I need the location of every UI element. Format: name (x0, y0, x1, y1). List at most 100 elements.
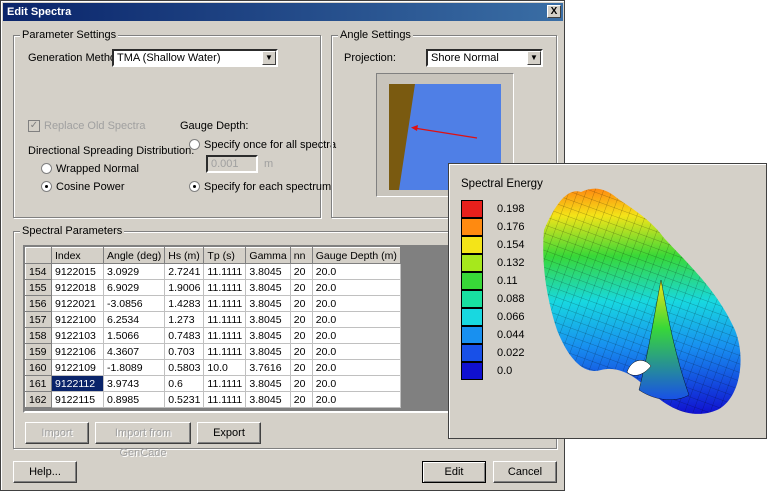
column-header-gauge-depth[interactable]: Gauge Depth (m) (311, 247, 401, 264)
row-header[interactable]: 156 (25, 295, 52, 312)
table-cell[interactable]: 9122015 (51, 263, 104, 280)
table-row[interactable]: 159 9122106 4.3607 0.703 11.1111 3.8045 20 20.0 (25, 343, 401, 360)
table-cell[interactable]: 6.2534 (102, 311, 166, 328)
table-cell[interactable]: 1.273 (164, 311, 205, 328)
table-cell[interactable]: 20 (289, 391, 313, 408)
table-cell[interactable]: 3.0929 (102, 263, 166, 280)
table-cell[interactable]: 20 (289, 279, 313, 296)
table-row[interactable]: 161 9122112 3.9743 0.6 11.1111 3.8045 20 20.0 (25, 375, 401, 392)
table-cell[interactable]: 20.0 (311, 359, 401, 376)
wrapped-normal-radio[interactable] (41, 163, 52, 174)
table-cell[interactable]: 20 (289, 311, 313, 328)
specify-once-radio[interactable] (189, 139, 200, 150)
table-cell[interactable]: 0.5803 (164, 359, 205, 376)
table-cell[interactable]: 11.1111 (203, 375, 247, 392)
generation-method-dropdown[interactable]: TMA (Shallow Water) ▼ (112, 49, 278, 67)
table-row[interactable]: 160 9122109 -1.8089 0.5803 10.0 3.7616 20 20.0 (25, 359, 401, 376)
table-cell[interactable]: 10.0 (203, 359, 247, 376)
table-cell[interactable]: 0.8985 (102, 391, 166, 408)
table-cell[interactable]: 9122112 (51, 375, 104, 392)
table-cell[interactable]: 20.0 (311, 391, 401, 408)
table-cell[interactable]: 3.8045 (245, 311, 291, 328)
table-cell[interactable]: 9122100 (51, 311, 104, 328)
help-button[interactable]: Help... (13, 461, 77, 483)
table-cell[interactable]: 6.9029 (102, 279, 166, 296)
table-cell[interactable]: 3.8045 (245, 263, 291, 280)
table-cell[interactable]: 0.5231 (164, 391, 205, 408)
column-header-index[interactable]: Index (51, 247, 104, 264)
chevron-down-icon[interactable]: ▼ (262, 51, 276, 65)
table-cell[interactable]: 3.8045 (245, 391, 291, 408)
table-cell[interactable]: 9122109 (51, 359, 104, 376)
row-header[interactable]: 158 (25, 327, 52, 344)
table-cell[interactable]: 11.1111 (203, 391, 247, 408)
table-cell[interactable]: 20 (289, 327, 313, 344)
table-cell[interactable]: 3.8045 (245, 327, 291, 344)
column-header-nn[interactable]: nn (289, 247, 313, 264)
table-cell[interactable]: 0.7483 (164, 327, 205, 344)
table-cell[interactable]: 20 (289, 375, 313, 392)
table-cell[interactable]: 20.0 (311, 375, 401, 392)
import-from-gencade-button[interactable]: Import from GenCade (95, 422, 191, 459)
table-cell[interactable]: 3.7616 (245, 359, 291, 376)
table-row[interactable]: 157 9122100 6.2534 1.273 11.1111 3.8045 20 20.0 (25, 311, 401, 328)
table-cell[interactable]: 9122103 (51, 327, 104, 344)
table-cell[interactable]: 3.8045 (245, 295, 291, 312)
table-cell[interactable]: 11.1111 (203, 263, 247, 280)
row-header[interactable]: 154 (25, 263, 52, 280)
row-header[interactable]: 161 (25, 375, 52, 392)
table-cell[interactable]: 11.1111 (203, 343, 247, 360)
close-button[interactable]: X (547, 5, 561, 18)
table-cell[interactable]: 11.1111 (203, 327, 247, 344)
table-row[interactable]: 154 9122015 3.0929 2.7241 11.1111 3.8045 20 20.… (25, 263, 401, 280)
cosine-power-radio[interactable] (41, 181, 52, 192)
table-cell[interactable]: 11.1111 (203, 311, 247, 328)
table-cell[interactable]: -3.0856 (102, 295, 166, 312)
column-header-angle[interactable]: Angle (deg) (102, 247, 166, 264)
column-header-gamma[interactable]: Gamma (245, 247, 291, 264)
row-header[interactable]: 157 (25, 311, 52, 328)
table-cell[interactable]: 20.0 (311, 343, 401, 360)
table-cell[interactable]: -1.8089 (102, 359, 166, 376)
gauge-depth-input[interactable]: 0.001 (206, 155, 258, 173)
row-header[interactable]: 160 (25, 359, 52, 376)
table-cell[interactable]: 0.703 (164, 343, 205, 360)
chevron-down-icon[interactable]: ▼ (527, 51, 541, 65)
table-cell[interactable]: 11.1111 (203, 279, 247, 296)
edit-button[interactable]: Edit (422, 461, 486, 483)
row-header[interactable]: 162 (25, 391, 52, 408)
table-row[interactable]: 162 9122115 0.8985 0.5231 11.1111 3.8045 20 20.… (25, 391, 401, 408)
table-cell[interactable]: 20.0 (311, 311, 401, 328)
import-button[interactable]: Import (25, 422, 89, 444)
table-cell[interactable]: 4.3607 (102, 343, 166, 360)
table-row[interactable]: 156 9122021 -3.0856 1.4283 11.1111 3.8045 20 20… (25, 295, 401, 312)
table-cell[interactable]: 9122115 (51, 391, 104, 408)
cancel-button[interactable]: Cancel (493, 461, 557, 483)
table-cell[interactable]: 20 (289, 343, 313, 360)
column-header-hs[interactable]: Hs (m) (164, 247, 205, 264)
specify-each-radio[interactable] (189, 181, 200, 192)
table-cell[interactable]: 20 (289, 359, 313, 376)
table-cell[interactable]: 0.6 (164, 375, 205, 392)
table-cell[interactable]: 9122018 (51, 279, 104, 296)
projection-dropdown[interactable]: Shore Normal ▼ (426, 49, 543, 67)
table-cell[interactable]: 9122106 (51, 343, 104, 360)
table-cell[interactable]: 2.7241 (164, 263, 205, 280)
table-row[interactable]: 158 9122103 1.5066 0.7483 11.1111 3.8045 20 20.… (25, 327, 401, 344)
table-row[interactable]: 155 9122018 6.9029 1.9006 11.1111 3.8045 20 20.… (25, 279, 401, 296)
table-cell[interactable]: 3.9743 (102, 375, 166, 392)
replace-old-spectra-checkbox[interactable]: ✓ (28, 120, 40, 132)
table-cell[interactable]: 3.8045 (245, 375, 291, 392)
table-cell[interactable]: 11.1111 (203, 295, 247, 312)
table-cell[interactable]: 9122021 (51, 295, 104, 312)
table-cell[interactable]: 20.0 (311, 263, 401, 280)
row-header[interactable]: 155 (25, 279, 52, 296)
table-cell[interactable]: 20.0 (311, 279, 401, 296)
export-button[interactable]: Export (197, 422, 261, 444)
table-cell[interactable]: 3.8045 (245, 279, 291, 296)
table-cell[interactable]: 20.0 (311, 295, 401, 312)
table-cell[interactable]: 20 (289, 295, 313, 312)
table-cell[interactable]: 20.0 (311, 327, 401, 344)
table-cell[interactable]: 1.9006 (164, 279, 205, 296)
row-header[interactable]: 159 (25, 343, 52, 360)
